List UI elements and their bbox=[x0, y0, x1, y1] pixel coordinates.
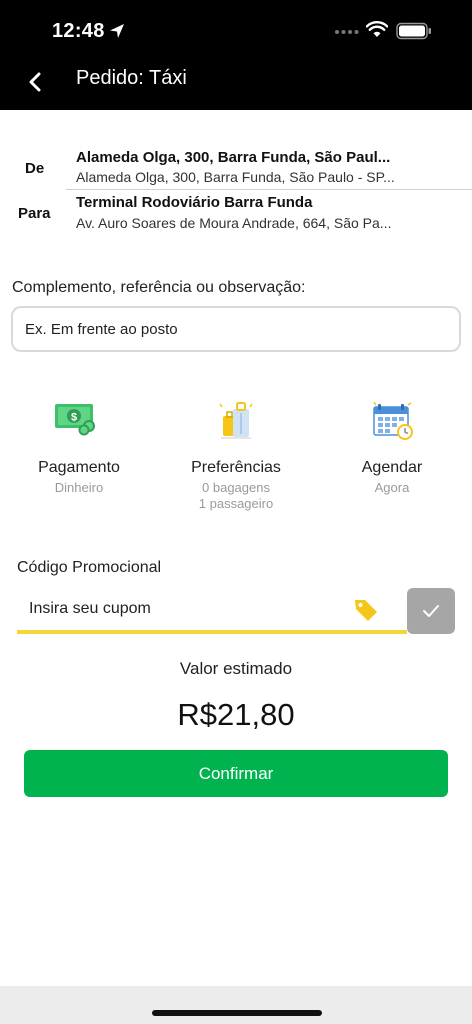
header-bar: 12:48 Pedido: Táxi bbox=[0, 0, 472, 110]
luggage-icon bbox=[219, 402, 253, 439]
apply-promo-button[interactable] bbox=[407, 588, 455, 634]
promo-input[interactable] bbox=[17, 590, 337, 628]
preferences-title: Preferências bbox=[191, 459, 281, 476]
schedule-title: Agendar bbox=[361, 459, 423, 476]
preferences-bags: 0 bagagens bbox=[202, 480, 270, 495]
estimate-value: R$21,80 bbox=[177, 697, 295, 732]
estimate-label: Valor estimado bbox=[179, 659, 293, 678]
complement-label: Complemento, referência ou observação: bbox=[12, 279, 306, 296]
promo-label: Código Promocional bbox=[17, 559, 162, 576]
tag-icon bbox=[355, 600, 377, 621]
schedule-option[interactable]: Agendar Agora bbox=[317, 396, 467, 496]
preferences-passengers: 1 passageiro bbox=[198, 496, 274, 511]
to-address-main[interactable]: Terminal Rodoviário Barra Funda bbox=[76, 194, 312, 211]
from-address-main[interactable]: Alameda Olga, 300, Barra Funda, São Paul… bbox=[76, 149, 390, 166]
chevron-left-icon bbox=[29, 72, 41, 92]
cellular-signal-icon bbox=[335, 30, 359, 34]
calendar-clock-icon bbox=[373, 401, 413, 440]
home-indicator[interactable] bbox=[152, 1010, 322, 1016]
payment-title: Pagamento bbox=[38, 459, 120, 476]
to-address-sub[interactable]: Av. Auro Soares de Moura Andrade, 664, S… bbox=[76, 215, 391, 231]
preferences-option[interactable]: Preferências 0 bagagens 1 passageiro bbox=[161, 396, 311, 512]
to-label: Para bbox=[18, 205, 51, 222]
confirm-button[interactable]: Confirmar bbox=[24, 750, 448, 797]
payment-sub: Dinheiro bbox=[54, 480, 104, 495]
promo-field bbox=[17, 590, 407, 634]
address-divider bbox=[66, 189, 472, 190]
status-time: 12:48 bbox=[52, 20, 105, 42]
page-title: Pedido: Táxi bbox=[76, 67, 187, 89]
from-label: De bbox=[25, 160, 45, 177]
check-icon bbox=[423, 605, 439, 617]
back-button[interactable] bbox=[20, 66, 50, 98]
wifi-icon bbox=[366, 21, 388, 37]
from-address-sub[interactable]: Alameda Olga, 300, Barra Funda, São Paul… bbox=[76, 169, 395, 185]
location-arrow-icon bbox=[110, 24, 124, 38]
complement-input[interactable] bbox=[11, 306, 461, 352]
money-icon: $ bbox=[55, 404, 95, 436]
battery-icon bbox=[396, 22, 431, 40]
svg-text:$: $ bbox=[71, 412, 77, 424]
route-section: De Alameda Olga, 300, Barra Funda, São P… bbox=[0, 140, 472, 240]
payment-option[interactable]: $ Pagamento Dinheiro bbox=[4, 396, 154, 496]
schedule-sub: Agora bbox=[374, 480, 410, 495]
bottom-bar bbox=[0, 986, 472, 1024]
